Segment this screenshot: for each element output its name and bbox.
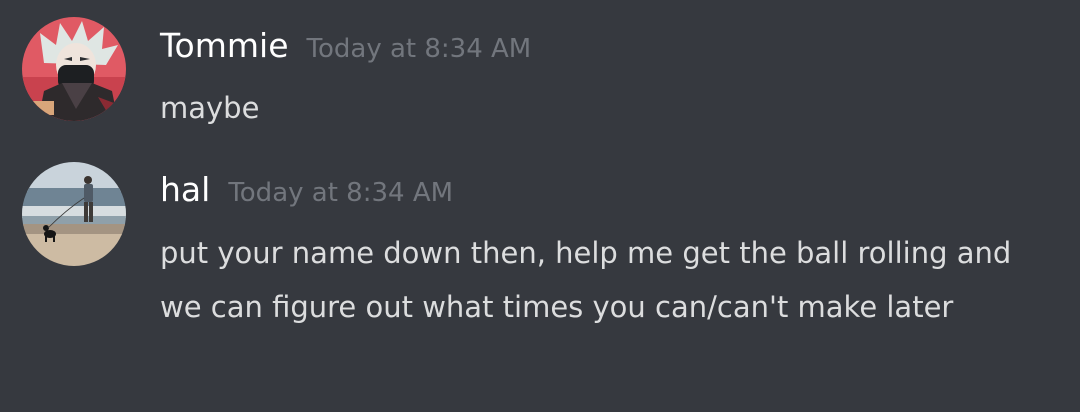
timestamp: Today at 8:34 AM [228, 178, 454, 208]
avatar[interactable] [22, 17, 126, 121]
message-text: maybe [160, 91, 260, 125]
timestamp: Today at 8:34 AM [306, 34, 532, 64]
message-text: put your name down then, help me get the… [160, 236, 1012, 324]
beach-photo-avatar-icon [22, 162, 126, 266]
message-header: hal Today at 8:34 AM [160, 170, 453, 209]
anime-character-avatar-icon [22, 17, 126, 121]
username[interactable]: Tommie [160, 26, 289, 65]
avatar[interactable] [22, 162, 126, 266]
username[interactable]: hal [160, 170, 210, 209]
message-header: Tommie Today at 8:34 AM [160, 26, 531, 65]
